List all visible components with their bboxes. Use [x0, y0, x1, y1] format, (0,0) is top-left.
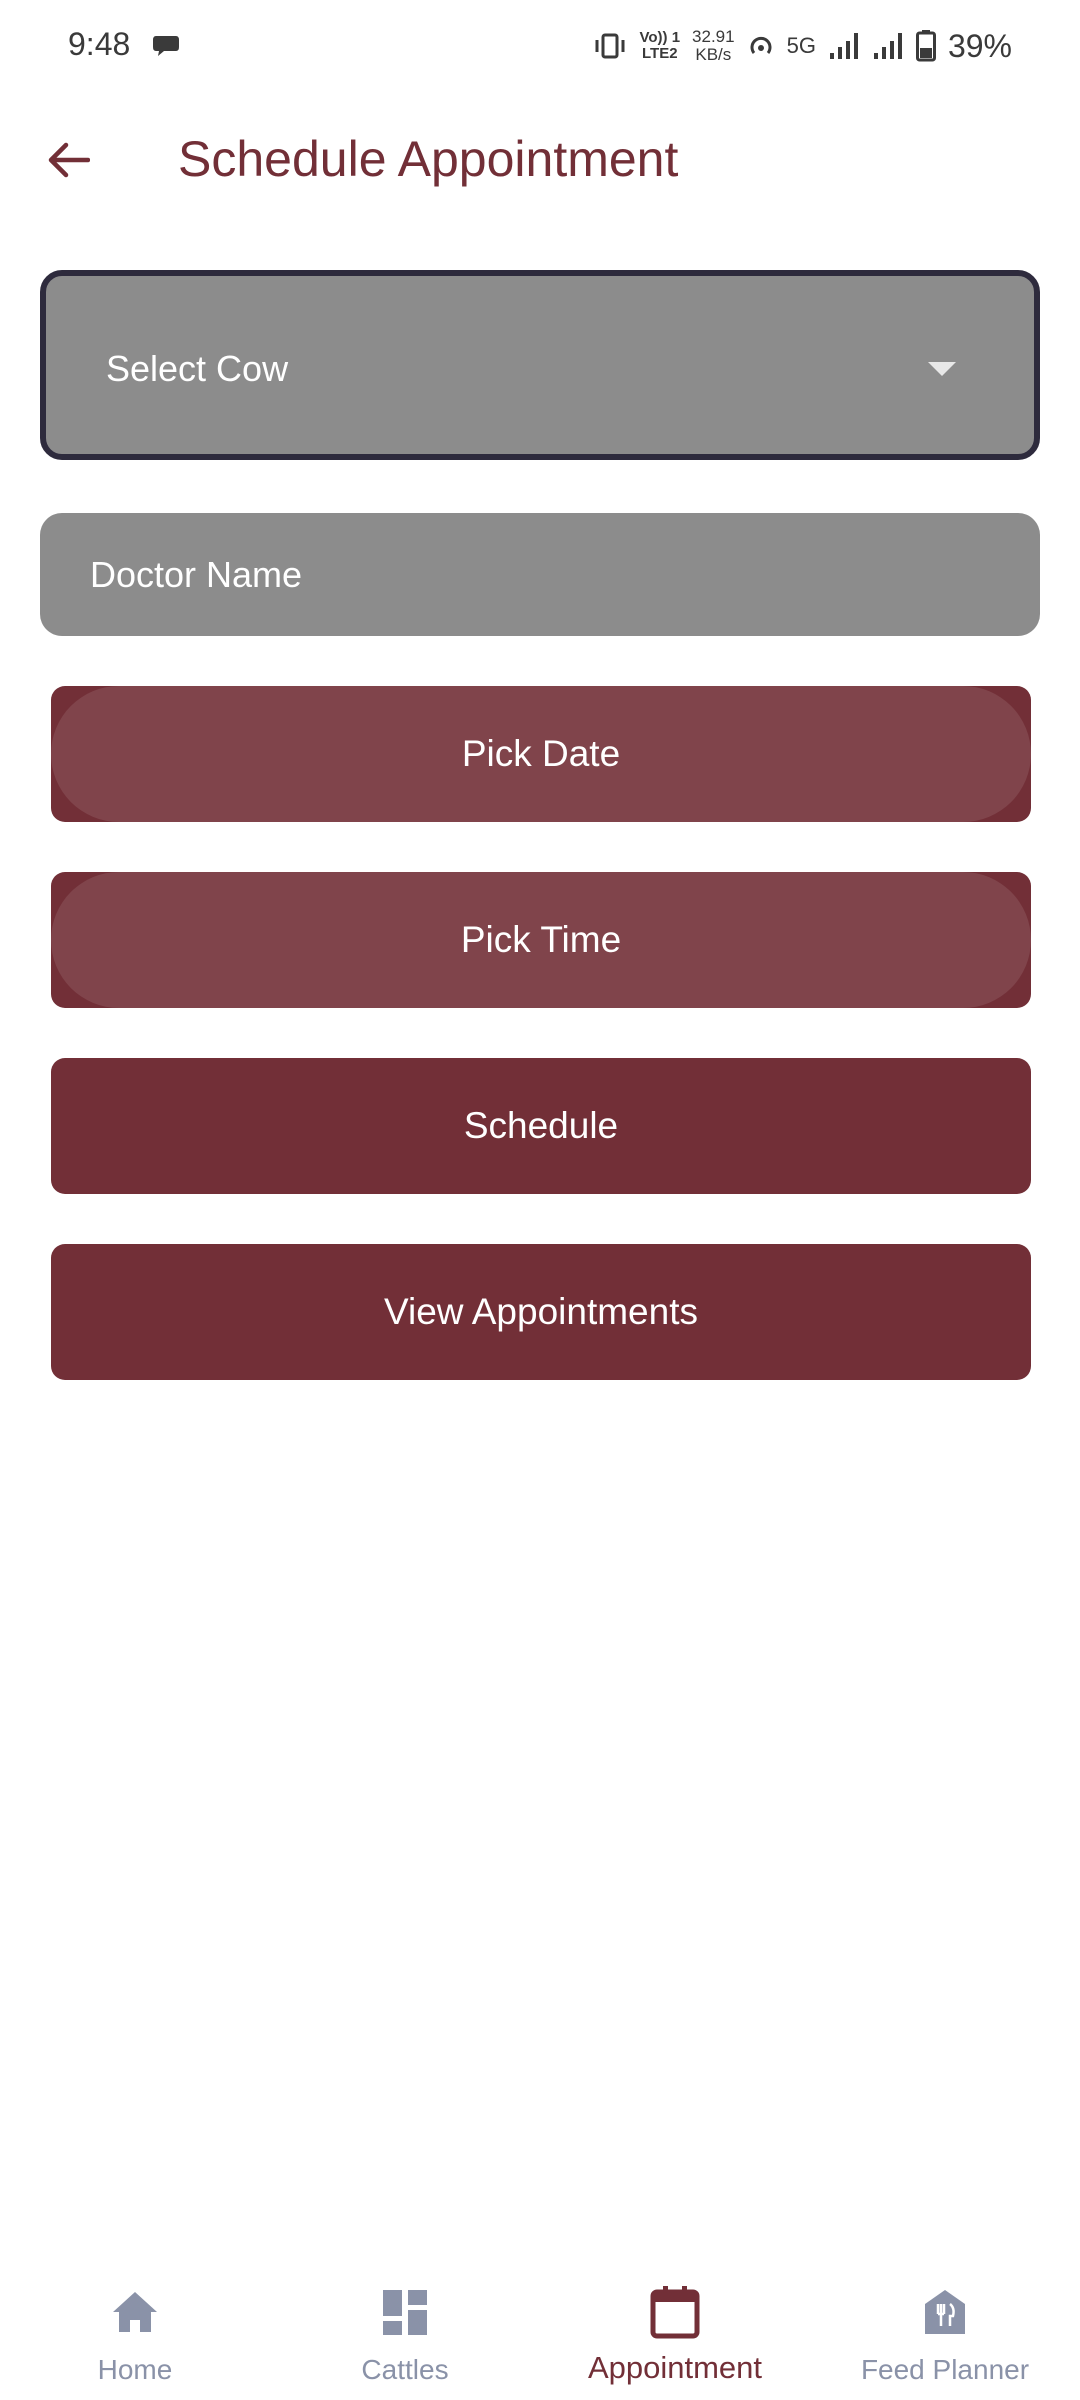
bottom-navigation: Home Cattles Appointment Feed Planner	[0, 2260, 1080, 2400]
nav-item-appointment[interactable]: Appointment	[540, 2260, 810, 2400]
schedule-label: Schedule	[463, 1105, 619, 1146]
battery-icon	[915, 30, 936, 62]
calendar-icon	[650, 2286, 700, 2339]
dropdown-arrow-icon	[928, 362, 956, 376]
nav-item-home[interactable]: Home	[0, 2260, 270, 2400]
nav-item-feed-planner[interactable]: Feed Planner	[810, 2260, 1080, 2400]
pick-time-button[interactable]: Pick Time	[51, 872, 1031, 1008]
signal-icon-2	[873, 33, 902, 59]
status-indicators: Vo)) 1 LTE2 32.91 KB/s 5G 39%	[593, 24, 1012, 68]
network-type: 5G	[786, 33, 816, 58]
message-bubble-icon	[153, 36, 179, 56]
pick-date-button[interactable]: Pick Date	[51, 686, 1031, 822]
pick-date-label: Pick Date	[461, 733, 621, 774]
schedule-button[interactable]: Schedule	[51, 1058, 1031, 1194]
view-appointments-label: View Appointments	[383, 1291, 698, 1332]
hotspot-icon	[750, 36, 772, 54]
battery-percent: 39%	[947, 27, 1012, 64]
status-bar: 9:48 Vo)) 1 LTE2 32.91 KB/s 5G 39%	[0, 0, 1080, 96]
back-button[interactable]	[40, 132, 96, 188]
signal-icon	[829, 33, 858, 59]
restaurant-icon	[925, 2290, 965, 2334]
select-cow-label: Select Cow	[106, 348, 289, 389]
nav-label-home: Home	[97, 2354, 173, 2385]
arrow-back-icon	[48, 142, 90, 178]
doctor-name-input[interactable]	[40, 513, 1040, 636]
dashboard-icon	[383, 2290, 427, 2335]
nav-label-appointment: Appointment	[587, 2350, 763, 2385]
home-icon	[113, 2292, 157, 2332]
view-appointments-button[interactable]: View Appointments	[51, 1244, 1031, 1380]
vibrate-icon	[595, 33, 625, 59]
page-title: Schedule Appointment	[178, 131, 679, 187]
select-cow-dropdown[interactable]: Select Cow	[40, 270, 1040, 460]
pick-time-label: Pick Time	[460, 919, 622, 960]
nav-label-feed-planner: Feed Planner	[860, 2354, 1030, 2385]
volte-indicator: Vo)) 1 LTE2	[639, 29, 681, 62]
data-speed: 32.91 KB/s	[692, 27, 735, 64]
status-time: 9:48	[68, 26, 131, 62]
app-bar: Schedule Appointment	[0, 112, 1080, 208]
nav-label-cattles: Cattles	[361, 2354, 449, 2385]
nav-item-cattles[interactable]: Cattles	[270, 2260, 540, 2400]
